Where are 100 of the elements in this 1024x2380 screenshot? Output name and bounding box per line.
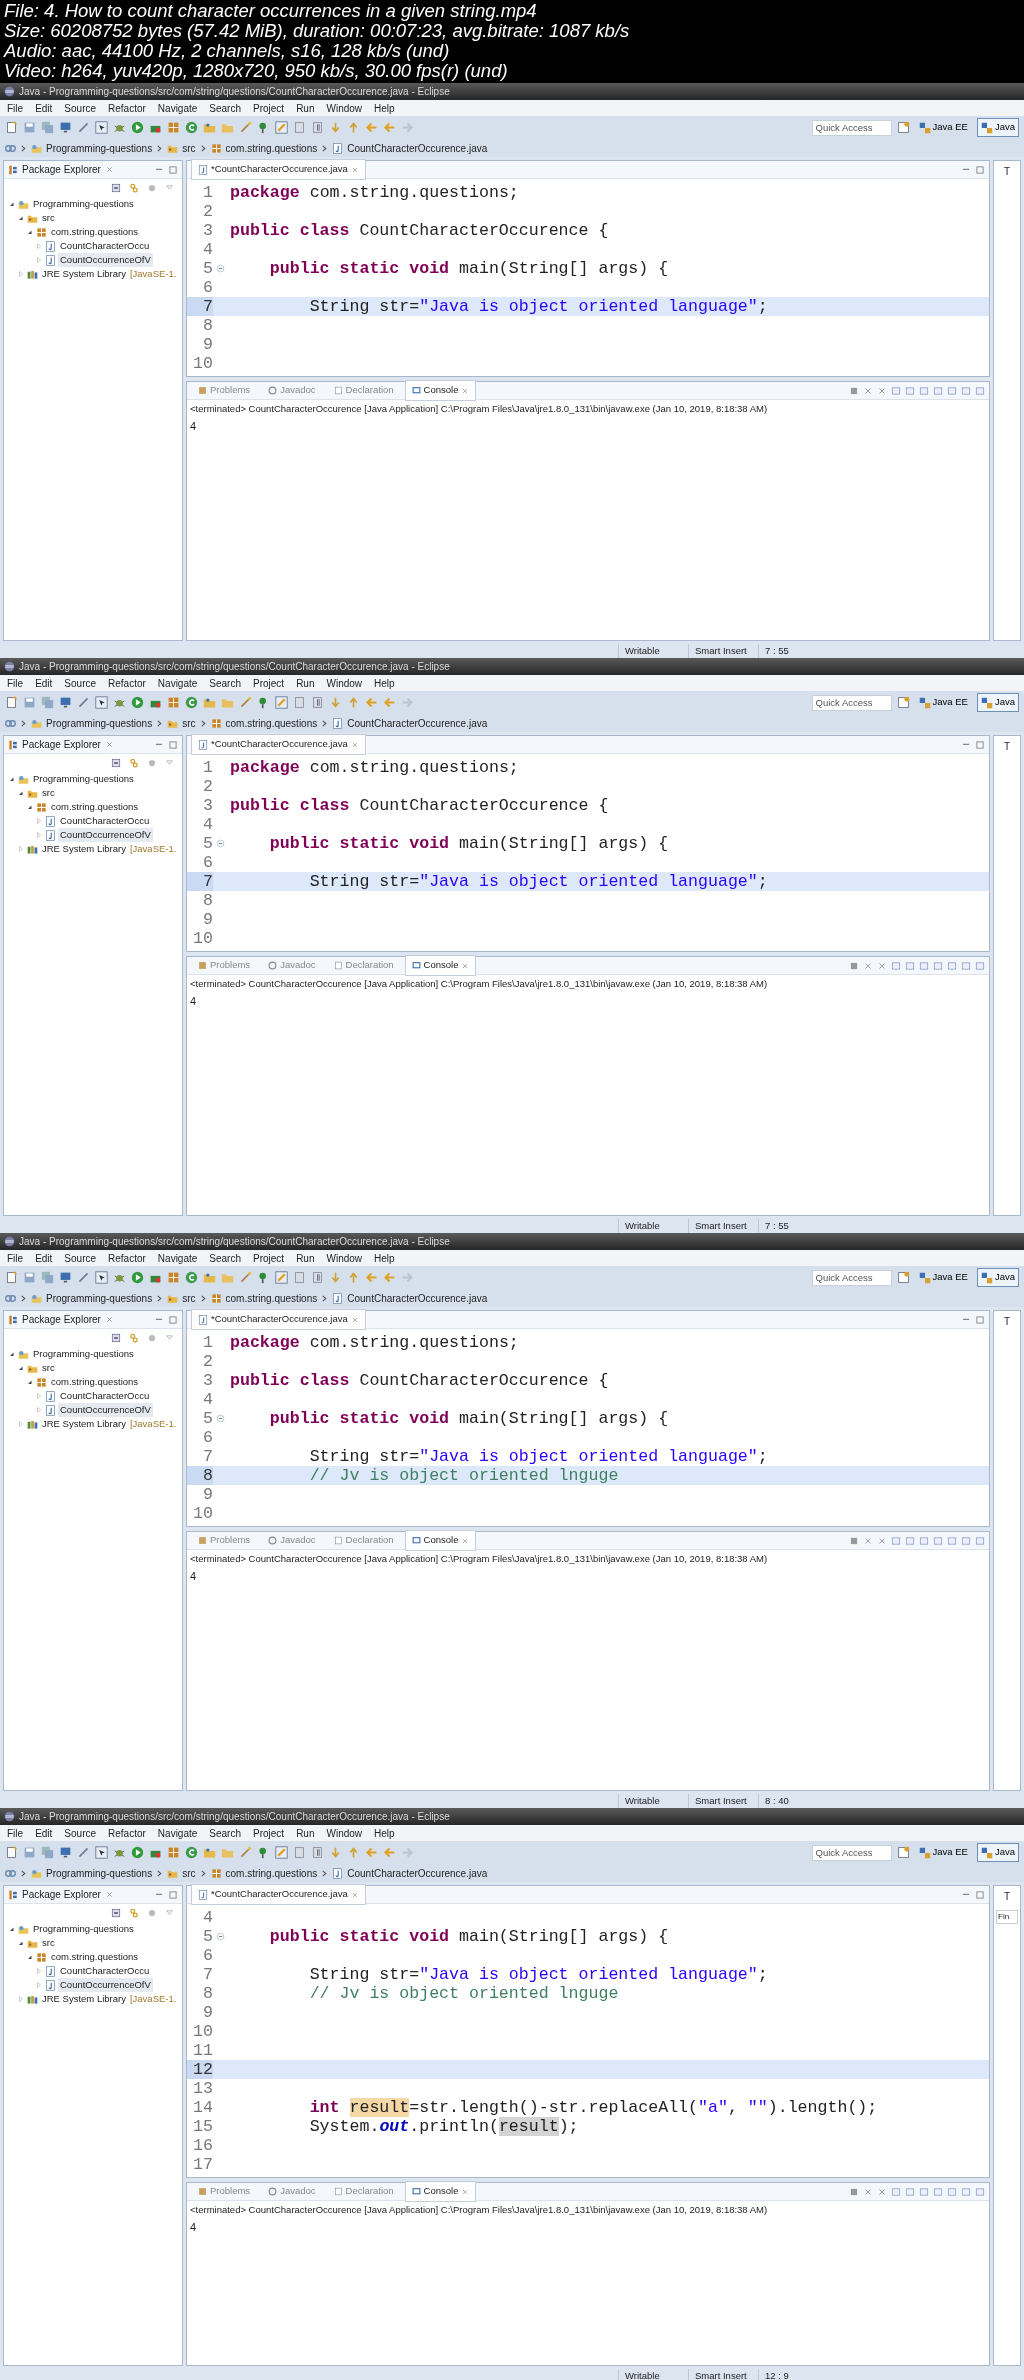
view-tab[interactable]: Problems: [191, 1530, 258, 1551]
perspective-button[interactable]: Java EE: [914, 1268, 972, 1287]
breadcrumb-item[interactable]: src: [182, 1865, 196, 1881]
pen-icon[interactable]: [77, 1846, 90, 1859]
brush-icon[interactable]: [275, 121, 288, 134]
view-menu-icon[interactable]: [165, 1908, 174, 1917]
play-icon[interactable]: [131, 696, 144, 709]
back-arrow-icon[interactable]: [383, 1271, 396, 1284]
menu-item[interactable]: File: [2, 1825, 29, 1841]
breadcrumb-item[interactable]: Programming-questions: [46, 140, 153, 156]
menu-item[interactable]: Help: [369, 1250, 400, 1266]
view-menu-icon[interactable]: [165, 183, 174, 192]
tree-item[interactable]: Programming-questions: [31, 196, 136, 212]
close-icon[interactable]: [863, 385, 873, 396]
view-tab[interactable]: Console: [404, 380, 477, 401]
tree-item[interactable]: com.string.questions: [49, 224, 141, 240]
menu-item[interactable]: Source: [59, 675, 102, 691]
tree-item[interactable]: JRE System Library: [40, 841, 128, 857]
menu-item[interactable]: Run: [291, 675, 320, 691]
page-icon[interactable]: [293, 121, 306, 134]
screen-icon[interactable]: [947, 1535, 957, 1546]
pen-icon[interactable]: [77, 696, 90, 709]
tree-item[interactable]: CountOccurrenceOfV: [58, 1977, 153, 1993]
maximize-icon[interactable]: [975, 1889, 985, 1900]
tree-item[interactable]: Programming-questions: [31, 1921, 136, 1937]
close-icon[interactable]: [461, 1536, 470, 1545]
fold-icon[interactable]: [215, 1414, 225, 1423]
view-tab[interactable]: Console: [404, 2181, 477, 2202]
menu-item[interactable]: Run: [291, 100, 320, 116]
grid-icon[interactable]: [167, 696, 180, 709]
editor-tab[interactable]: *CountCharacterOccurence.java: [191, 159, 366, 180]
view-tab[interactable]: Problems: [191, 380, 258, 401]
disks-icon[interactable]: [41, 1271, 54, 1284]
disks-icon[interactable]: [41, 121, 54, 134]
editor-tab[interactable]: *CountCharacterOccurence.java: [191, 1884, 366, 1905]
back-arrow-icon[interactable]: [365, 1846, 378, 1859]
panel-tab[interactable]: T: [996, 739, 1018, 754]
menu-item[interactable]: Edit: [30, 100, 58, 116]
collapse-arrow-icon[interactable]: [8, 1925, 16, 1933]
expand-arrow-icon[interactable]: [35, 1392, 43, 1400]
folder-icon[interactable]: [221, 1846, 234, 1859]
menu-item[interactable]: File: [2, 675, 29, 691]
collapse-arrow-icon[interactable]: [8, 775, 16, 783]
editor-tab[interactable]: *CountCharacterOccurence.java: [191, 734, 366, 755]
collapse-arrow-icon[interactable]: [8, 1350, 16, 1358]
close-all-icon[interactable]: [877, 1535, 887, 1546]
cursor-box-icon[interactable]: [95, 1846, 108, 1859]
collapse-all-icon[interactable]: [111, 183, 121, 193]
close-icon[interactable]: [350, 740, 359, 749]
screen-icon[interactable]: [933, 1535, 943, 1546]
panel-tab[interactable]: T: [996, 164, 1018, 179]
menu-item[interactable]: Window: [321, 1250, 368, 1266]
open-folder-icon[interactable]: [203, 1846, 216, 1859]
screen-icon[interactable]: [933, 2186, 943, 2197]
expand-arrow-icon[interactable]: [17, 845, 25, 853]
close-icon[interactable]: [104, 740, 114, 749]
screen-icon[interactable]: [947, 385, 957, 396]
menu-item[interactable]: Edit: [30, 1825, 58, 1841]
menu-item[interactable]: Navigate: [152, 1825, 203, 1841]
menu-item[interactable]: Navigate: [152, 1250, 203, 1266]
breadcrumb-item[interactable]: CountCharacterOccurence.java: [347, 1865, 488, 1881]
perspective-button[interactable]: Java EE: [914, 118, 972, 137]
view-menu-icon[interactable]: [165, 758, 174, 767]
view-tab[interactable]: Console: [404, 1530, 477, 1551]
menu-item[interactable]: Source: [59, 1250, 102, 1266]
tree-item[interactable]: CountCharacterOccu: [58, 238, 152, 254]
expand-arrow-icon[interactable]: [35, 1406, 43, 1414]
close-all-icon[interactable]: [877, 2186, 887, 2197]
menu-item[interactable]: Source: [59, 100, 102, 116]
menu-item[interactable]: Help: [369, 675, 400, 691]
menu-item[interactable]: Edit: [30, 675, 58, 691]
collapse-arrow-icon[interactable]: [8, 200, 16, 208]
new-file-icon[interactable]: [5, 1846, 18, 1859]
screen-icon[interactable]: [933, 960, 943, 971]
page-icon[interactable]: [293, 1846, 306, 1859]
collapse-arrow-icon[interactable]: [17, 1939, 25, 1947]
class-icon[interactable]: [185, 121, 198, 134]
collapse-arrow-icon[interactable]: [26, 1378, 34, 1386]
close-icon[interactable]: [350, 1315, 359, 1324]
perspective-button[interactable]: Java EE: [914, 693, 972, 712]
maximize-icon[interactable]: [168, 164, 178, 175]
tree-item[interactable]: CountOccurrenceOfV: [58, 1402, 153, 1418]
menu-item[interactable]: Refactor: [103, 1825, 151, 1841]
menu-item[interactable]: Refactor: [103, 100, 151, 116]
breadcrumb-item[interactable]: com.string.questions: [225, 1865, 318, 1881]
view-tab[interactable]: Javadoc: [261, 955, 323, 976]
tree-item[interactable]: src: [40, 210, 57, 226]
collapse-arrow-icon[interactable]: [17, 1364, 25, 1372]
close-all-icon[interactable]: [877, 385, 887, 396]
close-icon[interactable]: [350, 165, 359, 174]
collapse-arrow-icon[interactable]: [26, 1953, 34, 1961]
pilcrow-icon[interactable]: [311, 1271, 324, 1284]
maximize-icon[interactable]: [975, 739, 985, 750]
expand-arrow-icon[interactable]: [35, 831, 43, 839]
arrow-up-icon[interactable]: [347, 1846, 360, 1859]
menu-item[interactable]: Run: [291, 1250, 320, 1266]
breadcrumb-item[interactable]: Programming-questions: [46, 1865, 153, 1881]
chain-link-icon[interactable]: [129, 758, 139, 768]
screen-icon[interactable]: [933, 385, 943, 396]
menu-item[interactable]: Window: [321, 100, 368, 116]
